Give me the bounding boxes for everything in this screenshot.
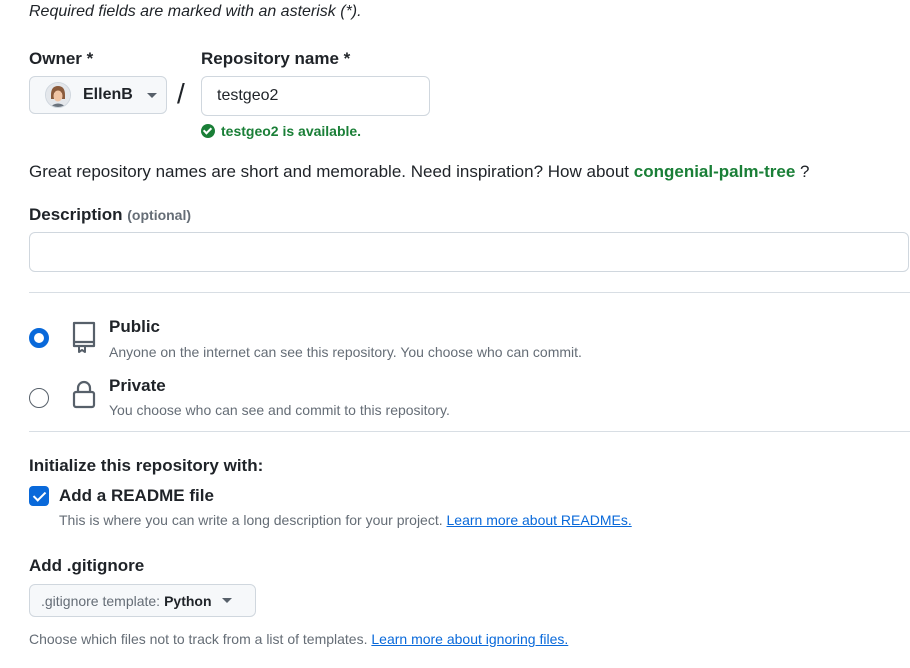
readme-checkbox[interactable]: [29, 486, 49, 506]
learn-more-ignoring-files-link[interactable]: Learn more about ignoring files.: [371, 631, 568, 647]
visibility-private-description: You choose who can see and commit to thi…: [109, 402, 450, 418]
repo-icon: [70, 320, 98, 359]
visibility-private-label[interactable]: Private: [109, 376, 166, 396]
inspiration-text: Great repository names are short and mem…: [29, 162, 634, 181]
owner-repo-separator: /: [177, 78, 185, 109]
initialize-title: Initialize this repository with:: [29, 456, 264, 475]
suggested-name-link[interactable]: congenial-palm-tree: [634, 162, 796, 181]
owner-select-button[interactable]: EllenB: [29, 76, 167, 114]
readme-label[interactable]: Add a README file: [59, 486, 214, 506]
owner-label: Owner *: [29, 49, 94, 68]
divider: [29, 292, 910, 293]
name-inspiration: Great repository names are short and mem…: [29, 162, 810, 182]
visibility-public-label[interactable]: Public: [109, 317, 160, 337]
inspiration-suffix: ?: [795, 162, 810, 181]
readme-description: This is where you can write a long descr…: [59, 512, 632, 528]
gitignore-template-prefix: .gitignore template:: [41, 592, 161, 609]
owner-name: EllenB: [83, 86, 133, 103]
check-circle-icon: [201, 124, 215, 138]
gitignore-description: Choose which files not to track from a l…: [29, 631, 568, 647]
optional-hint: (optional): [127, 207, 192, 223]
description-label-text: Description: [29, 205, 123, 224]
gitignore-label: Add .gitignore: [29, 556, 145, 575]
visibility-public-description: Anyone on the internet can see this repo…: [109, 344, 582, 360]
visibility-private-radio[interactable]: [29, 388, 49, 408]
description-input[interactable]: [29, 232, 909, 272]
gitignore-description-text: Choose which files not to track from a l…: [29, 631, 372, 647]
learn-more-readmes-link[interactable]: Learn more about READMEs.: [447, 512, 632, 528]
lock-icon: [71, 379, 97, 414]
repository-name-label: Repository name *: [201, 49, 351, 68]
avatar: [45, 82, 71, 108]
chevron-down-icon: [221, 598, 232, 603]
gitignore-template-value: Python: [164, 592, 212, 609]
visibility-public-radio[interactable]: [29, 328, 49, 348]
availability-message: testgeo2 is available.: [201, 123, 361, 139]
required-fields-note: Required fields are marked with an aster…: [29, 3, 362, 20]
divider: [29, 431, 910, 432]
readme-description-text: This is where you can write a long descr…: [59, 512, 447, 528]
gitignore-template-select[interactable]: .gitignore template: Python: [29, 584, 256, 617]
chevron-down-icon: [146, 92, 157, 98]
repository-name-input[interactable]: [201, 76, 430, 116]
description-label: Description (optional): [29, 205, 191, 225]
availability-text: testgeo2 is available.: [221, 123, 362, 139]
